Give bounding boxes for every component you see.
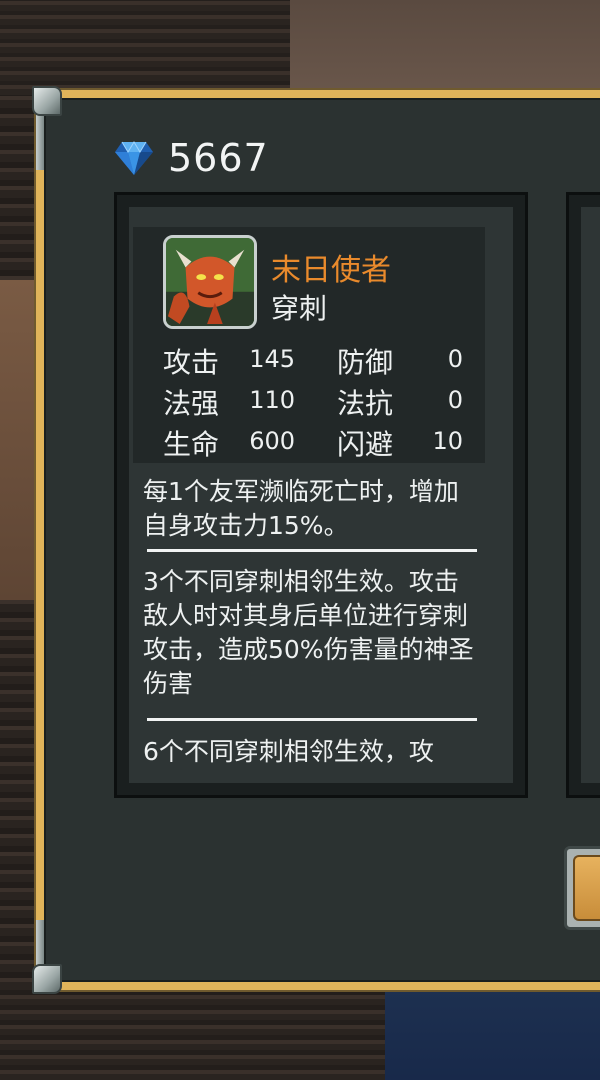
stat-value-dodge: 10 xyxy=(432,427,463,455)
cave-opening-background xyxy=(290,0,600,95)
stat-value-hp: 600 xyxy=(249,427,295,455)
hero-portrait xyxy=(163,235,257,329)
hero-info-window: 5667 末日使者 穿刺 攻击 145 防御 0 法强 110 法抗 0 生命 … xyxy=(32,86,600,994)
stat-label-defense: 防御 xyxy=(337,346,394,379)
hero-name: 末日使者 xyxy=(271,253,391,288)
frame-corner xyxy=(32,964,62,994)
water-background xyxy=(385,990,600,1080)
side-action-button-face xyxy=(573,855,600,921)
currency-display: 5667 xyxy=(114,136,269,180)
hero-card-body: 末日使者 穿刺 攻击 145 防御 0 法强 110 法抗 0 生命 600 闪… xyxy=(129,207,513,783)
next-hero-card[interactable] xyxy=(566,192,600,798)
cave-floor-background xyxy=(0,990,385,1080)
next-hero-card-body xyxy=(581,207,600,783)
synergy-6-description: 6个不同穿刺相邻生效，攻 xyxy=(143,737,434,766)
skill-description: 每1个友军濒临死亡时，增加自身攻击力15%。 xyxy=(143,477,459,540)
hero-card[interactable]: 末日使者 穿刺 攻击 145 防御 0 法强 110 法抗 0 生命 600 闪… xyxy=(114,192,528,798)
stat-label-resist: 法抗 xyxy=(337,387,394,420)
hero-stat-panel: 末日使者 穿刺 攻击 145 防御 0 法强 110 法抗 0 生命 600 闪… xyxy=(133,227,485,463)
section-divider xyxy=(147,549,477,552)
window-panel: 5667 末日使者 穿刺 攻击 145 防御 0 法强 110 法抗 0 生命 … xyxy=(44,98,600,982)
diamond-gem-icon xyxy=(115,141,153,175)
frame-corner xyxy=(32,86,62,116)
dirt-background xyxy=(0,280,40,600)
game-screen: 5667 末日使者 穿刺 攻击 145 防御 0 法强 110 法抗 0 生命 … xyxy=(0,0,600,1080)
stat-label-attack: 攻击 xyxy=(163,346,220,379)
cave-rock-background xyxy=(0,0,300,95)
stat-label-dodge: 闪避 xyxy=(337,428,394,461)
demon-portrait-icon xyxy=(166,238,254,326)
synergy-3-description: 3个不同穿刺相邻生效。攻击敌人时对其身后单位进行穿刺攻击，造成50%伤害量的神圣… xyxy=(143,567,474,698)
hero-class: 穿刺 xyxy=(271,292,328,325)
side-action-button[interactable] xyxy=(564,846,600,930)
frame-rail xyxy=(36,110,44,170)
stat-label-hp: 生命 xyxy=(163,428,220,461)
section-divider xyxy=(147,718,477,721)
stat-label-power: 法强 xyxy=(163,387,220,420)
currency-amount: 5667 xyxy=(168,136,269,180)
stat-value-resist: 0 xyxy=(447,386,463,414)
frame-rail xyxy=(36,920,44,970)
stat-value-power: 110 xyxy=(249,386,295,414)
stat-value-defense: 0 xyxy=(447,345,463,373)
stat-value-attack: 145 xyxy=(249,345,295,373)
